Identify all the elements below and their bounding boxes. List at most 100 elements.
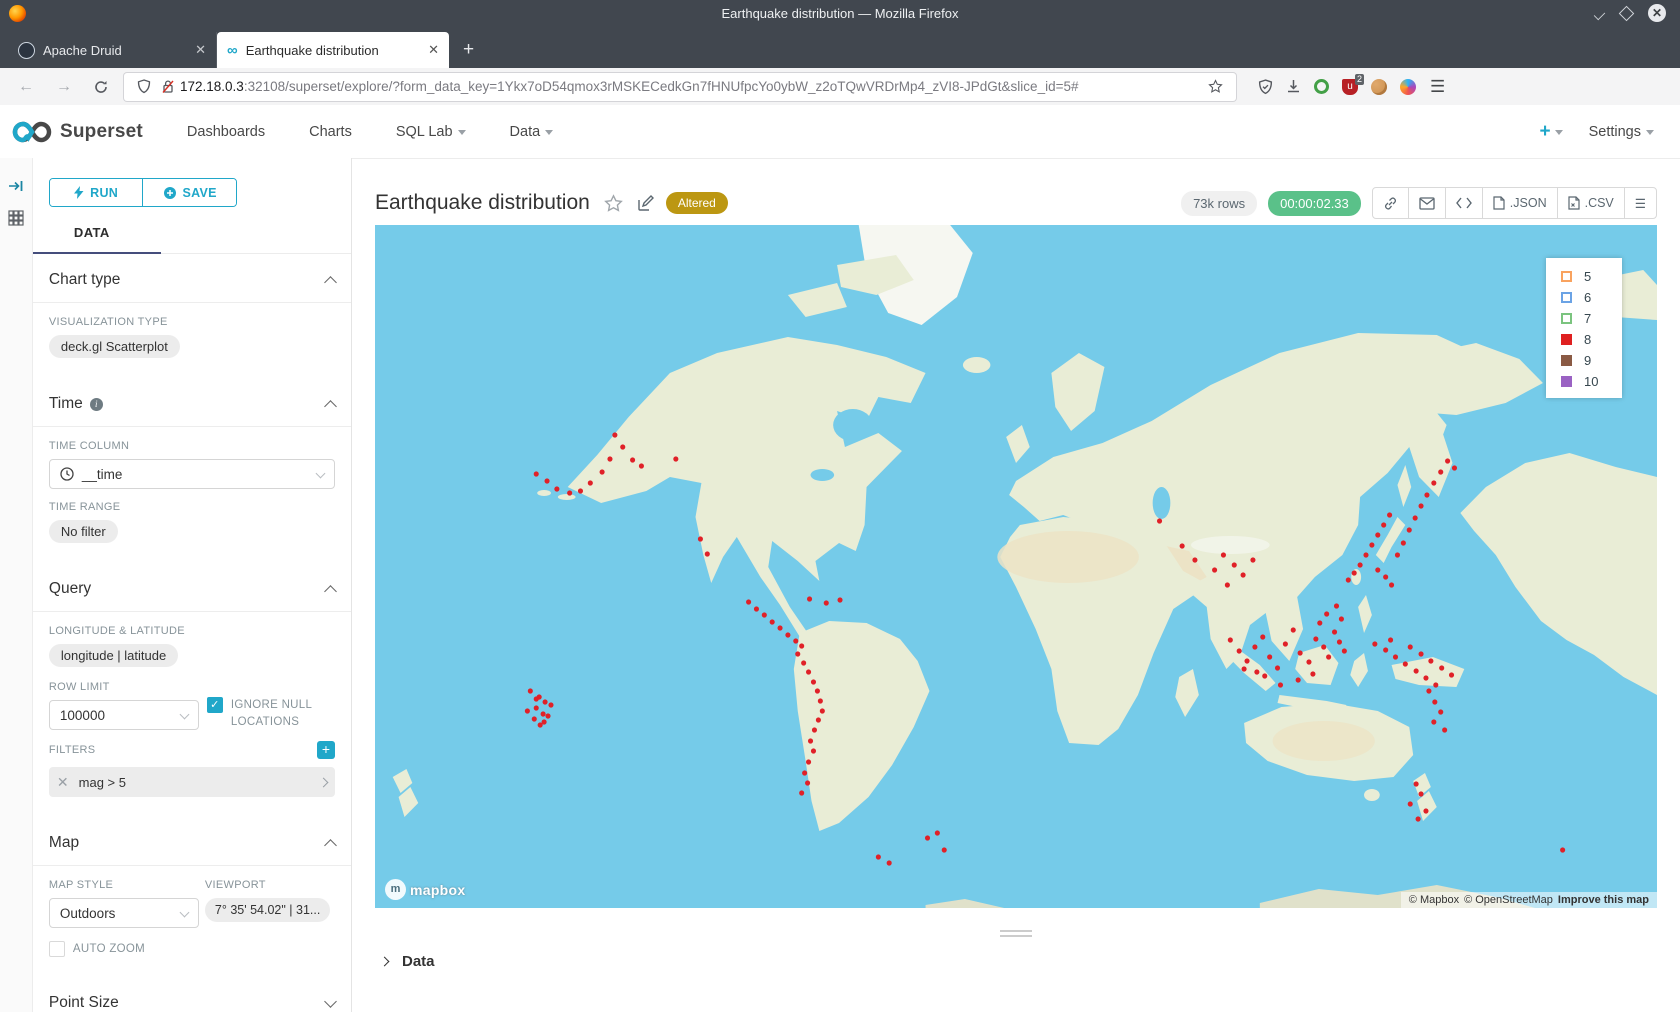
nav-dashboards[interactable]: Dashboards <box>187 124 265 140</box>
tab-close-icon[interactable]: ✕ <box>195 42 206 58</box>
time-column-label: TIME COLUMN <box>49 440 335 452</box>
remove-filter-icon[interactable]: ✕ <box>57 774 69 791</box>
file-icon <box>1493 196 1505 210</box>
downloads-icon[interactable] <box>1286 79 1301 94</box>
browser-tab-apache-druid[interactable]: Apache Druid ✕ <box>8 32 217 68</box>
filters-label: FILTERS <box>49 744 96 756</box>
firefox-menu-icon[interactable]: ☰ <box>1430 77 1445 97</box>
collapse-panel-icon[interactable] <box>8 178 24 194</box>
checkbox-unchecked-icon[interactable] <box>49 941 65 957</box>
panel-tabs: DATA <box>33 221 351 254</box>
new-tab-button[interactable]: + <box>463 39 474 61</box>
tab-data[interactable]: DATA <box>74 225 110 240</box>
legend-swatch <box>1561 376 1572 387</box>
window-maximize-icon[interactable] <box>1619 5 1635 21</box>
save-button[interactable]: SAVE <box>142 179 236 206</box>
legend-item: 9 <box>1546 350 1622 371</box>
chart-title: Earthquake distribution <box>375 191 590 215</box>
container-extension-icon[interactable] <box>1400 79 1416 95</box>
chevron-down-icon <box>458 130 466 135</box>
attrib-mapbox[interactable]: © Mapbox <box>1409 894 1459 906</box>
mapbox-logo-icon: m <box>385 879 406 900</box>
extension-privacy-icon[interactable] <box>1314 79 1329 94</box>
email-button[interactable] <box>1408 188 1445 218</box>
legend-label: 6 <box>1584 290 1591 305</box>
lonlat-value[interactable]: longitude | latitude <box>49 644 178 667</box>
insecure-lock-icon[interactable] <box>161 79 175 94</box>
forward-icon[interactable]: → <box>56 78 72 96</box>
application-window: Earthquake distribution — Mozilla Firefo… <box>0 0 1680 1012</box>
new-item-button[interactable]: + <box>1539 121 1562 143</box>
attrib-improve-link[interactable]: Improve this map <box>1558 894 1649 906</box>
section-map-header[interactable]: Map <box>33 817 351 866</box>
share-link-button[interactable] <box>1373 188 1408 218</box>
section-time-header[interactable]: Timei <box>33 378 351 427</box>
add-filter-button[interactable]: + <box>317 741 335 759</box>
chevron-down-icon <box>316 468 326 478</box>
section-title: Chart type <box>49 271 121 289</box>
chevron-down-icon <box>324 995 337 1008</box>
mapbox-logo[interactable]: m mapbox <box>385 879 465 900</box>
browser-tabbar: Apache Druid ✕ ∞ Earthquake distribution… <box>0 27 1680 68</box>
browser-tab-earthquake-distribution[interactable]: ∞ Earthquake distribution ✕ <box>217 32 449 68</box>
run-button[interactable]: RUN <box>50 179 143 206</box>
ignore-null-checkbox-row[interactable]: ✓ IGNORE NULLLOCATIONS <box>207 697 335 731</box>
window-close-icon[interactable]: ✕ <box>1648 4 1666 22</box>
section-chart-type-header[interactable]: Chart type <box>33 254 351 303</box>
filter-chip[interactable]: ✕ mag > 5 <box>49 767 335 797</box>
data-panel-header[interactable]: Data <box>375 953 1657 970</box>
viewport-value[interactable]: 7° 35' 54.02" | 31... <box>205 898 330 922</box>
reload-icon[interactable] <box>94 80 108 94</box>
legend-swatch <box>1561 313 1572 324</box>
dataset-grid-icon[interactable] <box>8 210 24 226</box>
row-limit-select[interactable]: 100000 <box>49 700 199 730</box>
time-range-value[interactable]: No filter <box>49 520 118 543</box>
section-query-header[interactable]: Query <box>33 563 351 612</box>
superset-navbar: Superset Dashboards Charts SQL Lab Data … <box>0 105 1680 159</box>
shield-icon[interactable] <box>137 79 151 94</box>
checkbox-checked-icon[interactable]: ✓ <box>207 697 223 713</box>
query-timer-badge: 00:00:02.33 <box>1268 191 1361 216</box>
chart-menu-button[interactable]: ☰ <box>1624 188 1656 218</box>
chart-area: Earthquake distribution Altered 73k rows… <box>352 158 1680 1012</box>
url-address-bar[interactable]: 172.18.0.3:32108/superset/explore/?form_… <box>124 73 1236 101</box>
resize-handle[interactable] <box>1000 930 1032 937</box>
envelope-icon <box>1419 197 1435 210</box>
cookie-extension-icon[interactable] <box>1371 79 1387 95</box>
legend-item: 7 <box>1546 308 1622 329</box>
embed-code-button[interactable] <box>1445 188 1482 218</box>
auto-zoom-checkbox-row[interactable]: AUTO ZOOM <box>49 941 199 957</box>
back-icon[interactable]: ← <box>18 78 34 96</box>
favorite-star-icon[interactable] <box>604 194 623 213</box>
section-title: Map <box>49 834 79 852</box>
export-csv-button[interactable]: .CSV <box>1557 188 1624 218</box>
viz-type-value[interactable]: deck.gl Scatterplot <box>49 335 180 358</box>
altered-badge[interactable]: Altered <box>666 192 728 214</box>
tab-label: Apache Druid <box>43 43 122 58</box>
deckgl-scatter-map[interactable]: 5678910 m mapbox © Mapbox © OpenStreetMa… <box>375 225 1657 908</box>
legend-item: 5 <box>1546 266 1622 287</box>
chevron-up-icon <box>324 585 337 598</box>
attrib-osm[interactable]: © OpenStreetMap <box>1464 894 1553 906</box>
map-style-select[interactable]: Outdoors <box>49 898 199 928</box>
tab-close-icon[interactable]: ✕ <box>428 42 439 58</box>
data-panel-title: Data <box>402 953 435 970</box>
ublock-extension-icon[interactable]: u2 <box>1342 79 1358 95</box>
time-column-select[interactable]: __time <box>49 459 335 489</box>
window-minimize-icon[interactable] <box>1594 8 1605 19</box>
superset-infinity-icon <box>12 121 52 143</box>
info-icon: i <box>90 398 103 411</box>
url-text: 172.18.0.3:32108/superset/explore/?form_… <box>180 79 1203 94</box>
protections-shield-icon[interactable] <box>1258 79 1273 95</box>
section-point-size-header[interactable]: Point Size <box>33 977 351 1012</box>
nav-charts[interactable]: Charts <box>309 124 352 140</box>
export-json-button[interactable]: .JSON <box>1482 188 1557 218</box>
superset-logo[interactable]: Superset <box>12 121 143 143</box>
browser-toolbar: ← → 172.18.0.3:32108/superset/explore/?f… <box>0 68 1680 106</box>
superset-favicon: ∞ <box>227 42 238 59</box>
nav-sql-lab[interactable]: SQL Lab <box>396 124 466 140</box>
nav-data[interactable]: Data <box>510 124 554 140</box>
edit-properties-icon[interactable] <box>637 195 654 212</box>
bookmark-star-icon[interactable] <box>1208 79 1223 94</box>
nav-settings[interactable]: Settings <box>1589 124 1654 140</box>
